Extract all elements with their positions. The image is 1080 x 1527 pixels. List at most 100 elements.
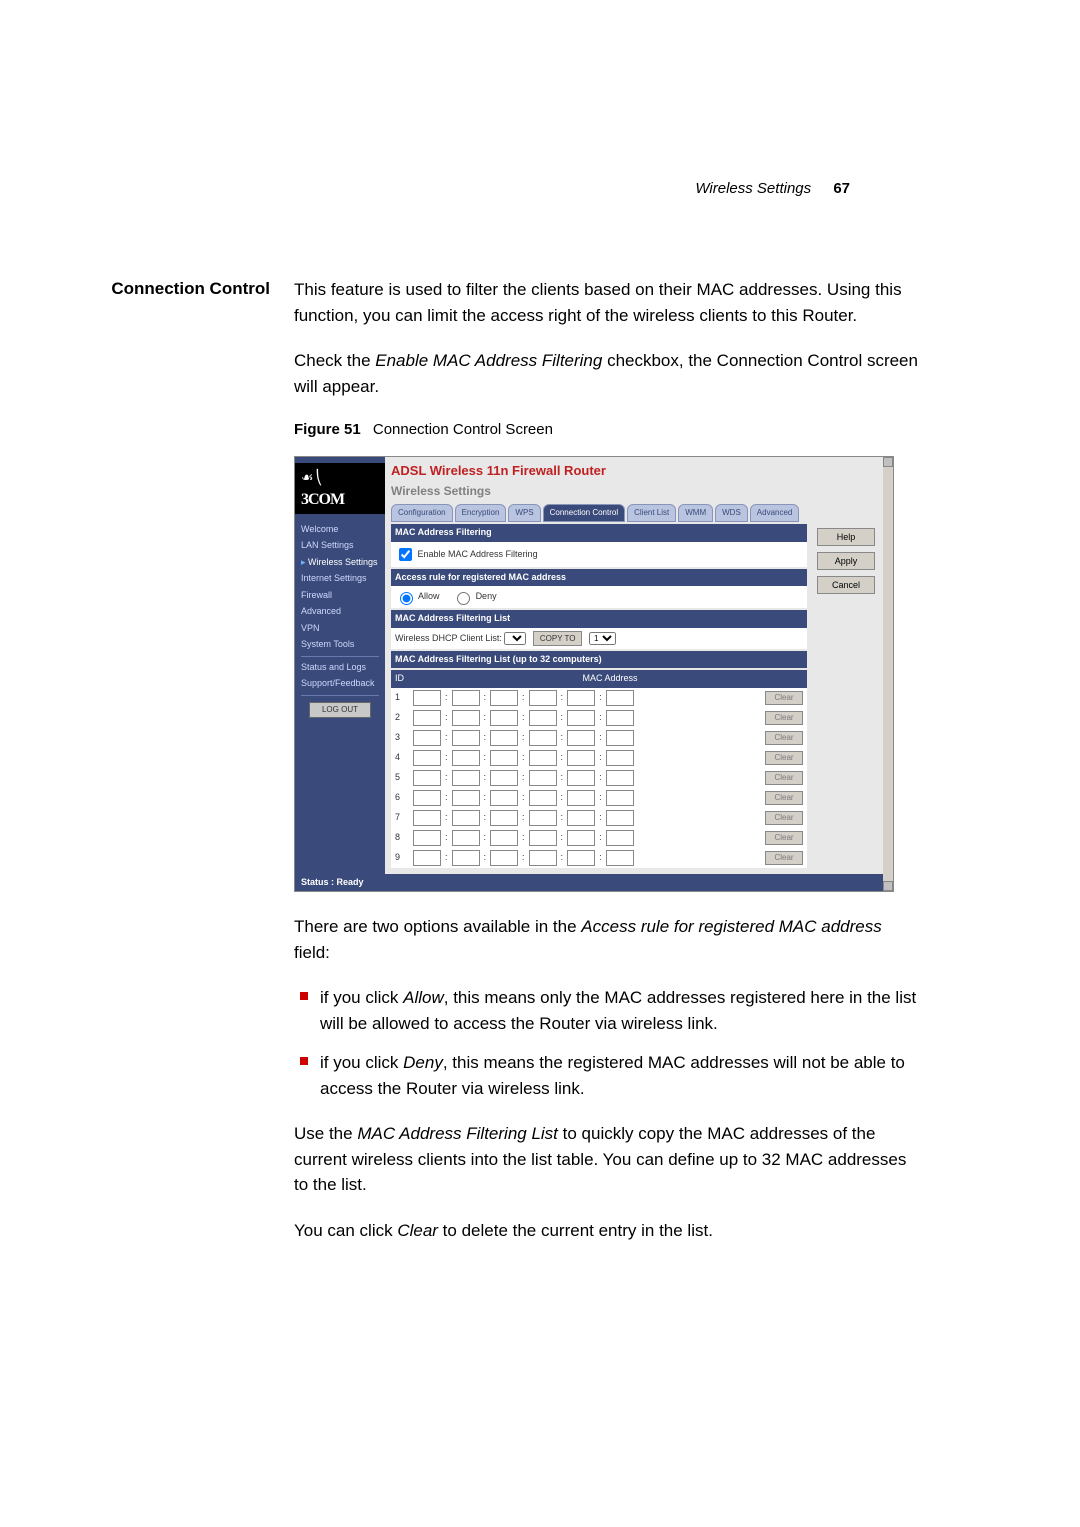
- clear-button[interactable]: Clear: [765, 831, 803, 845]
- apply-button[interactable]: Apply: [817, 552, 875, 570]
- mac-octet-input[interactable]: [529, 770, 557, 786]
- clear-button[interactable]: Clear: [765, 711, 803, 725]
- mac-octet-input[interactable]: [567, 690, 595, 706]
- copy-to-button[interactable]: COPY TO: [533, 631, 583, 646]
- mac-octet-input[interactable]: [452, 730, 480, 746]
- tab-encryption[interactable]: Encryption: [455, 504, 507, 522]
- mac-octet-input[interactable]: [567, 810, 595, 826]
- mac-octet-input[interactable]: [606, 850, 634, 866]
- mac-octet-input[interactable]: [567, 790, 595, 806]
- dhcp-client-select[interactable]: [504, 632, 526, 645]
- mac-octet-input[interactable]: [606, 810, 634, 826]
- tab-client-list[interactable]: Client List: [627, 504, 676, 522]
- mac-octet-input[interactable]: [606, 690, 634, 706]
- sidebar-item-system-tools[interactable]: System Tools: [301, 638, 379, 652]
- mac-octet-input[interactable]: [452, 810, 480, 826]
- clear-button[interactable]: Clear: [765, 771, 803, 785]
- mac-octet-input[interactable]: [567, 850, 595, 866]
- mac-octet-input[interactable]: [452, 830, 480, 846]
- help-button[interactable]: Help: [817, 528, 875, 546]
- logout-button[interactable]: LOG OUT: [309, 702, 371, 718]
- mac-octet-input[interactable]: [529, 710, 557, 726]
- mac-octet-input[interactable]: [413, 810, 441, 826]
- status-bar: Status : Ready: [295, 874, 883, 892]
- cancel-button[interactable]: Cancel: [817, 576, 875, 594]
- mac-octet-input[interactable]: [452, 690, 480, 706]
- mac-octet-input[interactable]: [413, 730, 441, 746]
- mac-octet-input[interactable]: [529, 750, 557, 766]
- mac-octet-input[interactable]: [413, 710, 441, 726]
- tab-wds[interactable]: WDS: [715, 504, 748, 522]
- mac-octet-input[interactable]: [413, 770, 441, 786]
- mac-octet-input[interactable]: [529, 790, 557, 806]
- clear-button[interactable]: Clear: [765, 791, 803, 805]
- mac-octet-input[interactable]: [529, 730, 557, 746]
- mac-octet-input[interactable]: [490, 850, 518, 866]
- mac-octet-input[interactable]: [490, 830, 518, 846]
- mac-octet-input[interactable]: [490, 710, 518, 726]
- mac-octet-input[interactable]: [567, 710, 595, 726]
- sidebar-item-internet-settings[interactable]: Internet Settings: [301, 572, 379, 586]
- mac-octet-input[interactable]: [452, 750, 480, 766]
- copy-to-select[interactable]: 1: [589, 632, 616, 645]
- mac-octet-input[interactable]: [606, 730, 634, 746]
- colon-separator: :: [522, 791, 525, 805]
- mac-octet-input[interactable]: [413, 750, 441, 766]
- mac-octet-input[interactable]: [529, 830, 557, 846]
- tab-connection-control[interactable]: Connection Control: [543, 504, 625, 522]
- scrollbar[interactable]: [883, 457, 893, 892]
- mac-octet-input[interactable]: [567, 750, 595, 766]
- sidebar-item-advanced[interactable]: Advanced: [301, 605, 379, 619]
- mac-octet-input[interactable]: [452, 790, 480, 806]
- mac-octet-input[interactable]: [490, 810, 518, 826]
- mac-octet-input[interactable]: [490, 750, 518, 766]
- tab-configuration[interactable]: Configuration: [391, 504, 453, 522]
- sidebar-item-support-feedback[interactable]: Support/Feedback: [301, 677, 379, 691]
- clear-button[interactable]: Clear: [765, 731, 803, 745]
- mac-octet-input[interactable]: [606, 790, 634, 806]
- deny-radio[interactable]: [457, 592, 470, 605]
- mac-octet-input[interactable]: [413, 790, 441, 806]
- mac-octet-input[interactable]: [452, 850, 480, 866]
- th-id: ID: [395, 672, 417, 686]
- mac-octet-input[interactable]: [452, 770, 480, 786]
- mac-octet-input[interactable]: [413, 850, 441, 866]
- mac-octet-input[interactable]: [490, 690, 518, 706]
- document-page: Wireless Settings 67 Connection Control …: [0, 0, 1080, 1527]
- mac-octet-input[interactable]: [529, 850, 557, 866]
- clear-button[interactable]: Clear: [765, 851, 803, 865]
- colon-separator: :: [484, 731, 487, 745]
- tab-wmm[interactable]: WMM: [678, 504, 713, 522]
- mac-octet-input[interactable]: [529, 810, 557, 826]
- mac-octet-input[interactable]: [567, 830, 595, 846]
- sidebar-item-vpn[interactable]: VPN: [301, 622, 379, 636]
- clear-button[interactable]: Clear: [765, 811, 803, 825]
- mac-octet-input[interactable]: [606, 710, 634, 726]
- sidebar-item-welcome[interactable]: Welcome: [301, 523, 379, 537]
- mac-octet-input[interactable]: [606, 830, 634, 846]
- mac-octet-input[interactable]: [606, 750, 634, 766]
- scroll-down-icon[interactable]: [883, 881, 893, 891]
- enable-mac-filtering-checkbox[interactable]: [399, 548, 412, 561]
- mac-octet-input[interactable]: [413, 830, 441, 846]
- allow-radio[interactable]: [400, 592, 413, 605]
- mac-octet-input[interactable]: [567, 730, 595, 746]
- mac-octet-input[interactable]: [413, 690, 441, 706]
- sidebar-item-firewall[interactable]: Firewall: [301, 589, 379, 603]
- sidebar-item-status-and-logs[interactable]: Status and Logs: [301, 661, 379, 675]
- sidebar-item-wireless-settings[interactable]: Wireless Settings: [301, 556, 379, 570]
- mac-octet-input[interactable]: [529, 690, 557, 706]
- clear-button[interactable]: Clear: [765, 691, 803, 705]
- sidebar-item-lan-settings[interactable]: LAN Settings: [301, 539, 379, 553]
- mac-octet-input[interactable]: [452, 710, 480, 726]
- mac-octet-input[interactable]: [490, 730, 518, 746]
- scroll-up-icon[interactable]: [883, 457, 893, 467]
- mac-octet-input[interactable]: [606, 770, 634, 786]
- mac-octet-input[interactable]: [490, 790, 518, 806]
- mac-octet-input[interactable]: [567, 770, 595, 786]
- mac-octet-input[interactable]: [490, 770, 518, 786]
- tab-wps[interactable]: WPS: [508, 504, 540, 522]
- clear-button[interactable]: Clear: [765, 751, 803, 765]
- tab-advanced[interactable]: Advanced: [750, 504, 800, 522]
- main-panel: ADSL Wireless 11n Firewall Router Wirele…: [385, 457, 883, 874]
